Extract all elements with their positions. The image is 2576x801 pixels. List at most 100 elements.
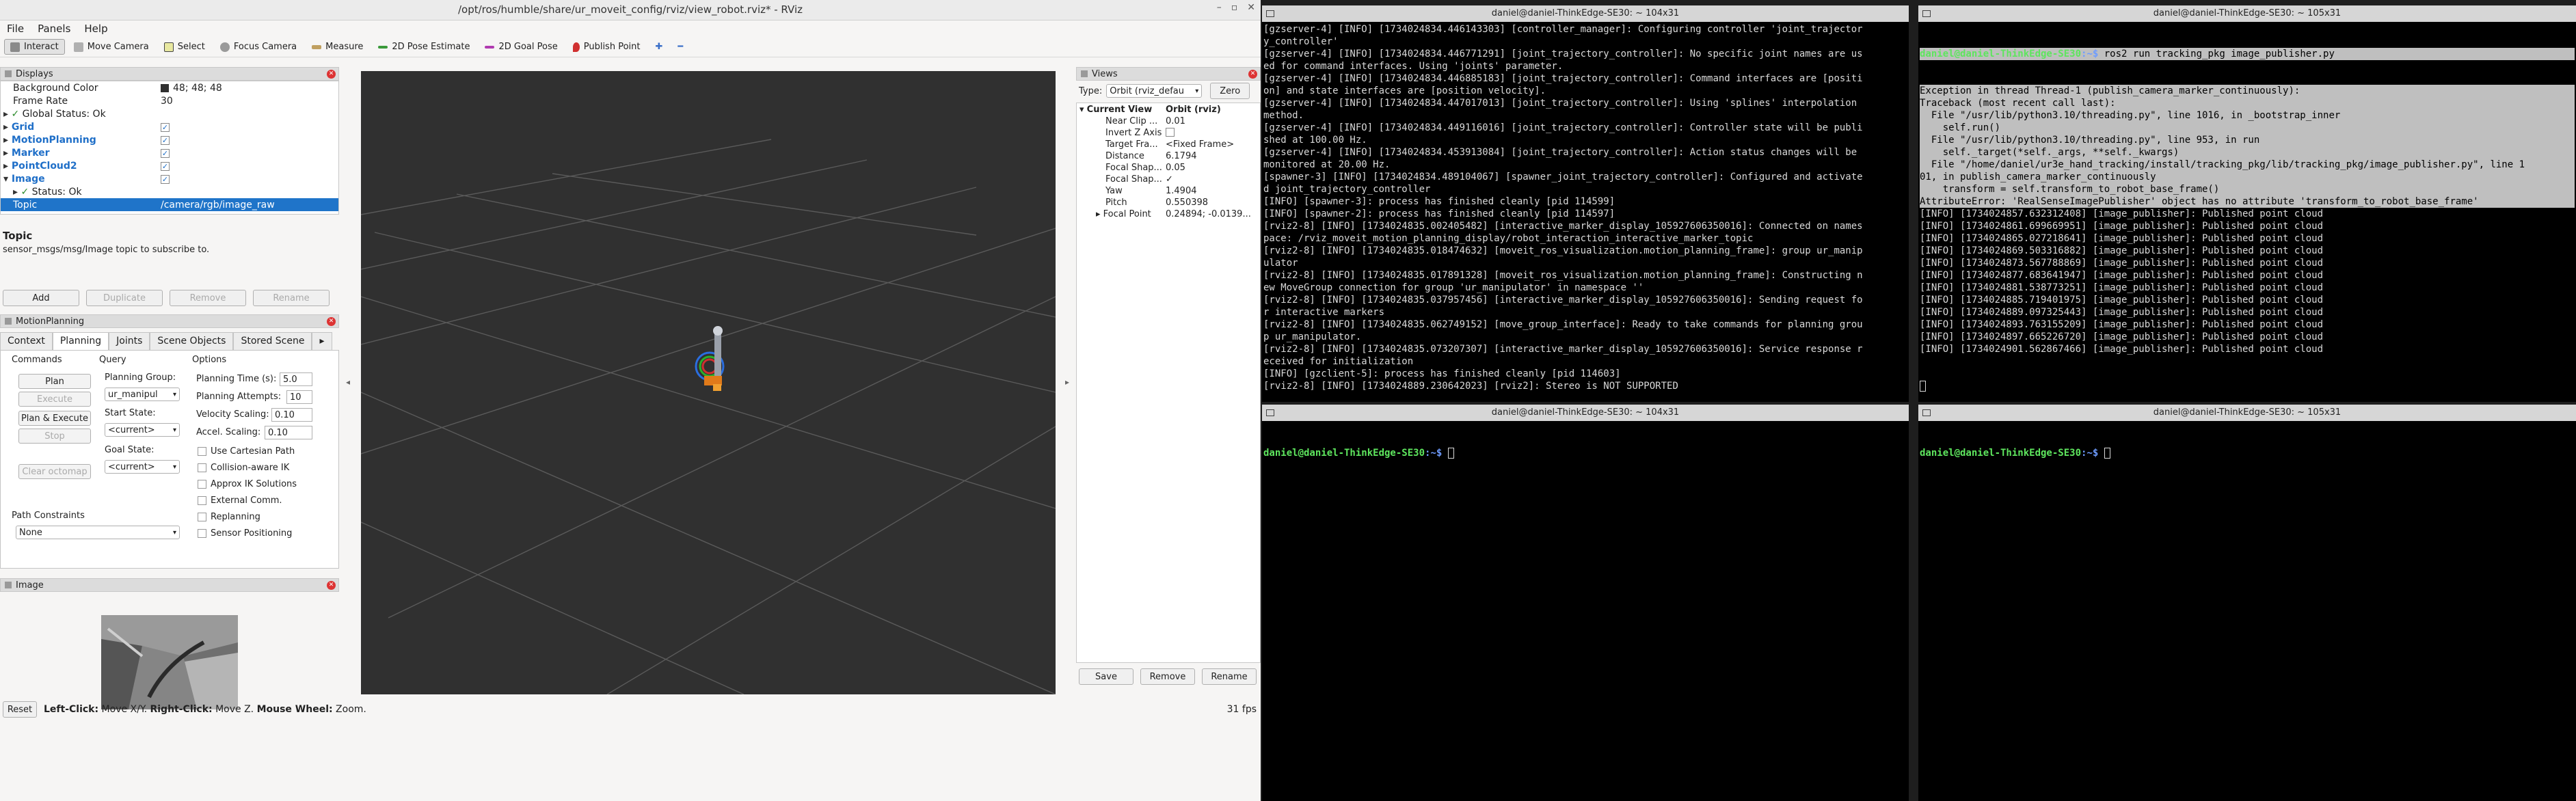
- display-row-image-status[interactable]: ▸ ✓ Status: Ok: [1, 185, 338, 198]
- terminal-bottom-right[interactable]: daniel@daniel-ThinkEdge-SE30: ~ 105x31 d…: [1918, 405, 2576, 801]
- goal-state-select[interactable]: <current> ▾: [105, 460, 180, 474]
- enable-checkbox[interactable]: ✓: [161, 148, 170, 158]
- enable-checkbox[interactable]: ✓: [161, 174, 170, 184]
- minimize-icon[interactable]: –: [1217, 2, 1222, 13]
- expand-icon[interactable]: ▸: [1096, 209, 1103, 219]
- velocity-scaling-spinbox[interactable]: 0.10: [271, 408, 312, 422]
- close-icon[interactable]: ✕: [327, 70, 336, 79]
- terminal-bottom-left[interactable]: daniel@daniel-ThinkEdge-SE30: ~ 104x31 d…: [1262, 405, 1909, 801]
- rename-button[interactable]: Rename: [253, 290, 330, 306]
- tab-scroll-right[interactable]: ▸: [312, 332, 332, 350]
- option-sensor-positioning[interactable]: Sensor Positioning: [198, 528, 292, 539]
- checkbox[interactable]: [198, 513, 206, 521]
- remove-tool-button[interactable]: ━: [671, 39, 689, 55]
- clear-octomap-button[interactable]: Clear octomap: [18, 464, 91, 479]
- terminal-titlebar[interactable]: daniel@daniel-ThinkEdge-SE30: ~ 104x31: [1262, 405, 1909, 421]
- tool-2d-goal-pose[interactable]: 2D Goal Pose: [479, 39, 563, 55]
- close-icon[interactable]: ✕: [327, 317, 336, 326]
- checkbox[interactable]: [198, 496, 206, 505]
- duplicate-button[interactable]: Duplicate: [86, 290, 163, 306]
- tab-scene-objects[interactable]: Scene Objects: [150, 332, 234, 350]
- menu-help[interactable]: Help: [84, 23, 107, 35]
- expand-icon[interactable]: ▸: [3, 122, 12, 133]
- add-tool-button[interactable]: ✚: [649, 39, 669, 55]
- display-row-pointcloud2[interactable]: ▸ PointCloud2 ✓: [1, 159, 338, 172]
- display-row-background-color[interactable]: Background Color 48; 48; 48: [1, 81, 338, 94]
- zero-button[interactable]: Zero: [1210, 83, 1250, 99]
- terminal-top-right[interactable]: daniel@daniel-ThinkEdge-SE30: ~ 105x31 d…: [1918, 5, 2576, 402]
- close-icon[interactable]: ✕: [327, 581, 336, 590]
- planning-attempts-spinbox[interactable]: 10: [286, 390, 312, 404]
- reset-button[interactable]: Reset: [3, 701, 37, 718]
- path-constraints-select[interactable]: None ▾: [16, 526, 180, 539]
- invert-z-checkbox[interactable]: [1166, 128, 1175, 137]
- maximize-icon[interactable]: ▫: [1231, 2, 1238, 13]
- display-row-motionplanning[interactable]: ▸ MotionPlanning ✓: [1, 133, 338, 146]
- enable-checkbox[interactable]: ✓: [161, 161, 170, 171]
- expand-icon[interactable]: ▸: [3, 109, 11, 120]
- expand-icon[interactable]: ▾: [1079, 105, 1087, 115]
- checkbox[interactable]: [198, 529, 206, 538]
- view-row[interactable]: Focal Shap... ✓: [1077, 174, 1260, 186]
- view-row[interactable]: Near Clip ... 0.01: [1077, 116, 1260, 128]
- remove-button[interactable]: Remove: [170, 290, 246, 306]
- checkbox[interactable]: [198, 480, 206, 489]
- menu-panels[interactable]: Panels: [38, 23, 70, 35]
- expand-icon[interactable]: ▸: [3, 148, 12, 159]
- plan-button[interactable]: Plan: [18, 374, 91, 389]
- tab-context[interactable]: Context: [0, 332, 53, 350]
- expand-icon[interactable]: ▾: [3, 174, 12, 185]
- views-remove-button[interactable]: Remove: [1140, 668, 1195, 685]
- render-3d-view[interactable]: [361, 71, 1056, 694]
- tool-publish-point[interactable]: Publish Point: [567, 39, 647, 55]
- expand-icon[interactable]: ▸: [3, 135, 12, 146]
- menu-file[interactable]: File: [7, 23, 24, 35]
- view-row[interactable]: Focal Shap... 0.05: [1077, 163, 1260, 174]
- terminal-titlebar[interactable]: daniel@daniel-ThinkEdge-SE30: ~ 105x31: [1918, 5, 2576, 22]
- rviz-titlebar[interactable]: /opt/ros/humble/share/ur_moveit_config/r…: [0, 0, 1261, 21]
- display-row-topic[interactable]: Topic/camera/rgb/image_raw: [1, 198, 338, 211]
- display-row-frame-rate[interactable]: Frame Rate 30: [1, 94, 338, 107]
- planning-group-select[interactable]: ur_manipul ▾: [105, 388, 180, 401]
- plan-execute-button[interactable]: Plan & Execute: [18, 411, 91, 426]
- display-row-image[interactable]: ▾ Image ✓: [1, 172, 338, 185]
- tool-interact[interactable]: Interact: [4, 39, 65, 55]
- view-row[interactable]: Yaw 1.4904: [1077, 186, 1260, 198]
- tab-stored-scene[interactable]: Stored Scene: [233, 332, 312, 350]
- view-row[interactable]: Invert Z Axis: [1077, 128, 1260, 139]
- checkbox[interactable]: [198, 447, 206, 456]
- right-splitter-handle[interactable]: ▸: [1065, 377, 1072, 387]
- views-type-select[interactable]: Orbit (rviz_defau ▾: [1106, 84, 1203, 98]
- option-approx-ik[interactable]: Approx IK Solutions: [198, 479, 297, 489]
- enable-checkbox[interactable]: ✓: [161, 122, 170, 132]
- planning-time-spinbox[interactable]: 5.0: [280, 372, 312, 386]
- display-row-grid[interactable]: ▸ Grid ✓: [1, 120, 338, 133]
- close-icon[interactable]: ✕: [1247, 2, 1255, 13]
- expand-icon[interactable]: ▸: [3, 161, 12, 172]
- left-splitter-handle[interactable]: ◂: [346, 377, 353, 387]
- stop-button[interactable]: Stop: [18, 429, 91, 444]
- tab-joints[interactable]: Joints: [109, 332, 150, 350]
- view-row-current[interactable]: ▾ Current View Orbit (rviz): [1077, 105, 1260, 116]
- option-replanning[interactable]: Replanning: [198, 512, 260, 522]
- tool-move-camera[interactable]: Move Camera: [68, 39, 155, 55]
- display-row-value[interactable]: /camera/rgb/image_raw: [161, 200, 338, 211]
- tool-select[interactable]: Select: [158, 39, 211, 55]
- robot-arm[interactable]: [695, 326, 725, 391]
- views-rename-button[interactable]: Rename: [1202, 668, 1257, 685]
- view-row[interactable]: Distance 6.1794: [1077, 151, 1260, 163]
- tool-focus-camera[interactable]: Focus Camera: [214, 39, 303, 55]
- option-cartesian-path[interactable]: Use Cartesian Path: [198, 446, 295, 457]
- views-save-button[interactable]: Save: [1079, 668, 1133, 685]
- start-state-select[interactable]: <current> ▾: [105, 423, 180, 437]
- enable-checkbox[interactable]: ✓: [161, 135, 170, 145]
- accel-scaling-spinbox[interactable]: 0.10: [265, 426, 312, 439]
- terminal-titlebar[interactable]: daniel@daniel-ThinkEdge-SE30: ~ 105x31: [1918, 405, 2576, 421]
- close-icon[interactable]: ✕: [1248, 70, 1257, 79]
- expand-icon[interactable]: ▸: [13, 187, 21, 198]
- terminal-top-left[interactable]: daniel@daniel-ThinkEdge-SE30: ~ 104x31 […: [1262, 5, 1909, 402]
- tool-measure[interactable]: Measure: [306, 39, 369, 55]
- display-row-marker[interactable]: ▸ Marker ✓: [1, 146, 338, 159]
- add-button[interactable]: Add: [3, 290, 79, 306]
- execute-button[interactable]: Execute: [18, 392, 91, 407]
